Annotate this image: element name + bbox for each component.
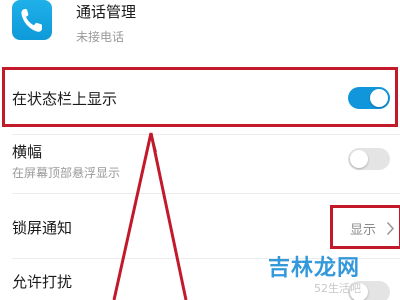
watermark: 吉林龙网 52生活吧 [262,250,392,298]
toggle-knob [370,89,388,107]
notification-app-header: 通话管理 未接电话 [0,0,400,58]
lock-screen-value[interactable]: 显示 [350,219,376,238]
notification-channel-name: 未接电话 [76,30,125,44]
phone-icon [21,9,42,32]
setting-label-lock-screen: 锁屏通知 [12,219,73,237]
setting-row-status-bar[interactable]: 在状态栏上显示 [0,69,400,127]
app-name: 通话管理 [76,3,137,21]
setting-label-status-bar: 在状态栏上显示 [12,90,118,108]
setting-row-banner[interactable]: 横幅 在屏幕顶部悬浮显示 [0,135,400,193]
chevron-right-icon [386,221,395,236]
setting-label-allow-interrupt: 允许打扰 [12,273,73,291]
banner-toggle[interactable] [348,148,390,170]
setting-row-lock-screen[interactable]: 锁屏通知 显示 [0,194,400,256]
watermark-url: 52生活吧 [314,282,361,295]
watermark-logo: 吉林龙网 [268,255,361,281]
setting-label-banner: 横幅 [12,143,43,161]
phone-app-icon [12,0,52,40]
toggle-knob [350,150,368,168]
status-bar-toggle[interactable] [348,87,390,109]
setting-desc-banner: 在屏幕顶部悬浮显示 [12,166,121,180]
